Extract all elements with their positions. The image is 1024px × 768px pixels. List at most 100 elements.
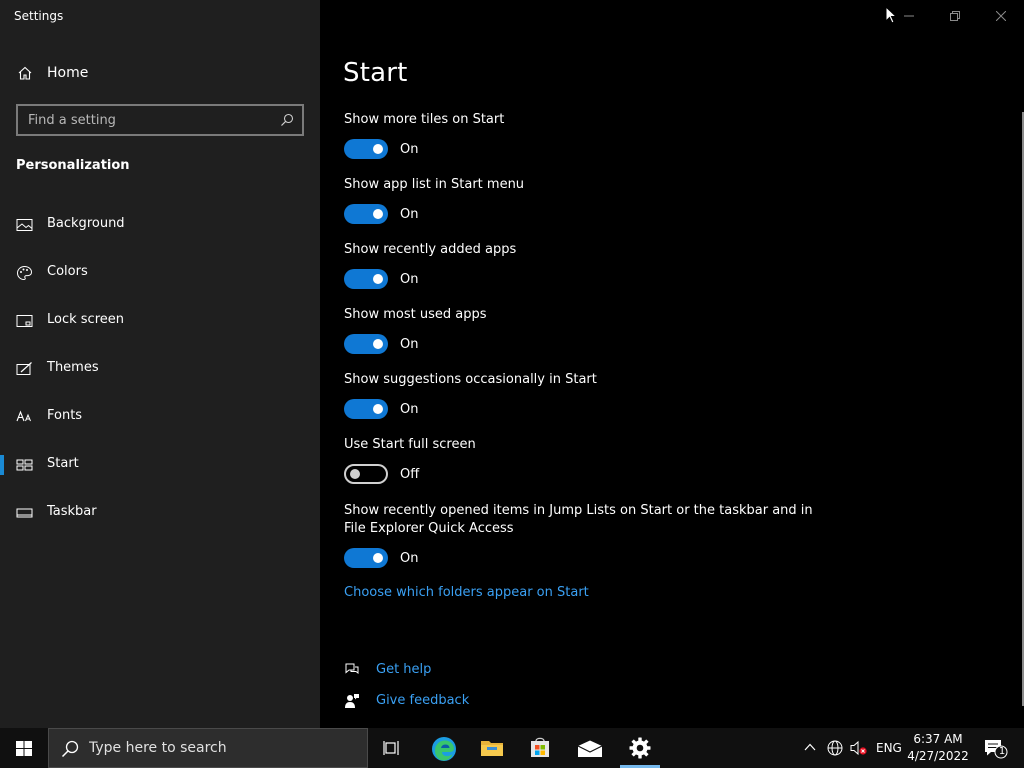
taskbar-search-input[interactable] [89, 729, 359, 767]
start-button[interactable] [0, 728, 48, 768]
language-indicator[interactable]: ENG [876, 741, 902, 755]
home-button[interactable]: Home [0, 56, 320, 90]
toggle-switch[interactable] [344, 139, 388, 159]
toggle-switch[interactable] [344, 204, 388, 224]
home-label: Home [47, 65, 89, 81]
toggle-state: On [400, 206, 419, 222]
start-icon [16, 459, 33, 471]
toggle-app-list[interactable]: On [344, 204, 418, 224]
setting-label: Show more tiles on Start [344, 112, 505, 127]
gear-icon [629, 737, 651, 759]
toggle-switch[interactable] [344, 269, 388, 289]
sidebar-item-themes[interactable]: Themes [0, 349, 320, 389]
edge-browser-icon [432, 737, 456, 761]
setting-app-list: Show app list in Start menu On [344, 176, 814, 224]
chevron-up-icon [804, 743, 816, 751]
sidebar-item-fonts[interactable]: Fonts [0, 397, 320, 437]
setting-jump-lists: Show recently opened items in Jump Lists… [344, 502, 814, 568]
setting-more-tiles: Show more tiles on Start On [344, 111, 814, 159]
setting-label: Show recently added apps [344, 242, 517, 257]
restore-icon [950, 11, 960, 21]
get-help-link[interactable]: Get help [376, 662, 431, 677]
volume-button[interactable] [848, 728, 870, 768]
mail-icon [577, 740, 603, 757]
clock-time: 6:37 AM [913, 732, 963, 746]
palette-icon [16, 265, 33, 281]
sidebar-item-background[interactable]: Background [0, 205, 320, 245]
setting-label: Show most used apps [344, 307, 487, 322]
find-setting-input[interactable] [18, 106, 302, 134]
toggle-switch[interactable] [344, 464, 388, 484]
edge-button[interactable] [422, 728, 466, 768]
sidebar-item-label: Fonts [47, 408, 83, 423]
restore-button[interactable] [932, 0, 978, 32]
page-title: Start [343, 58, 408, 88]
close-icon [996, 11, 1006, 21]
sidebar-item-label: Lock screen [47, 312, 124, 327]
action-center-button[interactable]: 1 [978, 728, 1018, 768]
toggle-suggestions[interactable]: On [344, 399, 418, 419]
sidebar-item-label: Themes [47, 360, 99, 375]
task-view-icon [383, 741, 399, 755]
sidebar-item-taskbar[interactable]: Taskbar [0, 493, 320, 533]
picture-icon [16, 219, 33, 231]
search-icon[interactable] [280, 113, 294, 127]
toggle-most-used[interactable]: On [344, 334, 418, 354]
sidebar-item-lock-screen[interactable]: Lock screen [0, 301, 320, 341]
taskbar: ENG 6:37 AM 4/27/2022 1 [0, 728, 1024, 768]
speaker-muted-icon [850, 740, 867, 756]
store-bag-icon [531, 737, 549, 757]
setting-most-used: Show most used apps On [344, 306, 814, 354]
mail-button[interactable] [568, 728, 612, 768]
give-feedback-link[interactable]: Give feedback [376, 693, 469, 708]
sidebar-item-label: Taskbar [47, 504, 97, 519]
sidebar-item-label: Colors [47, 264, 88, 279]
setting-label: Use Start full screen [344, 437, 476, 452]
globe-network-icon [827, 740, 843, 756]
setting-recently-added: Show recently added apps On [344, 241, 814, 289]
notification-count: 1 [998, 746, 1006, 757]
taskbar-search[interactable] [48, 728, 368, 768]
find-setting-box[interactable] [16, 104, 304, 136]
file-explorer-button[interactable] [470, 728, 514, 768]
toggle-recently-added[interactable]: On [344, 269, 418, 289]
settings-taskbar-button[interactable] [618, 728, 662, 768]
home-icon [18, 66, 32, 80]
clock[interactable]: 6:37 AM 4/27/2022 [905, 731, 971, 765]
feedback-icon [345, 694, 359, 708]
network-button[interactable] [824, 728, 846, 768]
toggle-switch[interactable] [344, 334, 388, 354]
store-button[interactable] [518, 728, 562, 768]
toggle-state: On [400, 336, 419, 352]
minimize-icon [904, 15, 914, 17]
sidebar-item-label: Start [47, 456, 79, 471]
close-button[interactable] [978, 0, 1024, 32]
sidebar-item-label: Background [47, 216, 125, 231]
themes-icon [16, 362, 32, 375]
sidebar-item-start[interactable]: Start [0, 445, 320, 485]
setting-full-screen: Use Start full screen Off [344, 436, 814, 484]
toggle-switch[interactable] [344, 399, 388, 419]
lock-screen-icon [16, 315, 33, 327]
section-heading: Personalization [16, 158, 130, 173]
sidebar-item-colors[interactable]: Colors [0, 253, 320, 293]
choose-folders-link[interactable]: Choose which folders appear on Start [344, 585, 589, 600]
setting-label: Show suggestions occasionally in Start [344, 372, 597, 387]
sidebar: Settings Home Personalization Background… [0, 0, 320, 728]
show-hidden-icons-button[interactable] [800, 728, 820, 768]
clock-date: 4/27/2022 [907, 749, 969, 763]
folder-icon [481, 741, 503, 756]
task-view-button[interactable] [372, 728, 412, 768]
toggle-state: Off [400, 466, 420, 482]
taskbar-icon [16, 508, 33, 518]
toggle-jump-lists[interactable]: On [344, 548, 418, 568]
toggle-state: On [400, 271, 419, 287]
toggle-full-screen[interactable]: Off [344, 464, 419, 484]
app-title: Settings [14, 9, 64, 23]
toggle-state: On [400, 550, 419, 566]
search-icon [61, 740, 79, 758]
toggle-state: On [400, 141, 419, 157]
toggle-switch[interactable] [344, 548, 388, 568]
setting-label: Show app list in Start menu [344, 177, 525, 192]
toggle-more-tiles[interactable]: On [344, 139, 418, 159]
